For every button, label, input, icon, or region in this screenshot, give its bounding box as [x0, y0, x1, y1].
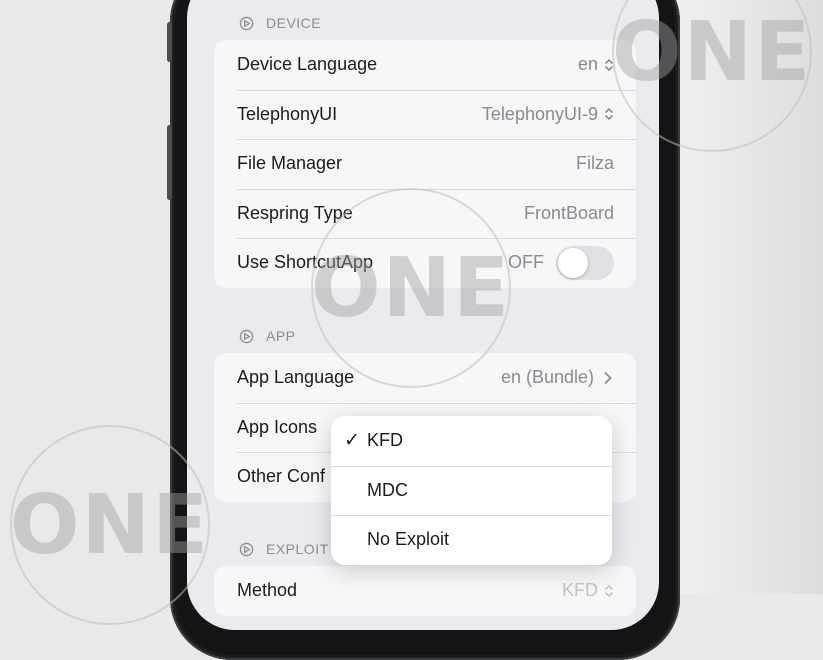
gear-icon: [239, 542, 254, 556]
watermark-logo: ONE: [10, 425, 210, 625]
menu-item-kfd[interactable]: ✓ KFD: [331, 416, 612, 466]
row-device-language[interactable]: Device Language en: [214, 40, 636, 90]
section-header-exploit: EXPLOIT: [239, 541, 329, 557]
exploit-method-menu: ✓ KFD MDC No Exploit: [331, 416, 612, 565]
method-value: KFD: [562, 580, 598, 601]
chevron-up-down-icon: [604, 584, 614, 598]
checkmark-icon: ✓: [344, 430, 360, 452]
menu-item-mdc[interactable]: MDC: [331, 465, 612, 516]
row-value[interactable]: TelephonyUI-9: [482, 104, 614, 125]
phone-volume-button: [167, 125, 172, 200]
watermark-text: ONE: [310, 240, 512, 336]
row-file-manager[interactable]: File Manager Filza: [214, 139, 636, 189]
section-header-app: APP: [239, 328, 296, 344]
chevron-right-icon: [604, 371, 612, 384]
row-value: en (Bundle): [501, 367, 614, 388]
row-value[interactable]: en: [578, 54, 614, 75]
chevron-up-down-icon: [604, 107, 614, 121]
section-header-label: APP: [266, 328, 296, 344]
row-label: Other Conf: [237, 466, 326, 487]
toggle-state-label: OFF: [508, 252, 544, 273]
row-label: TelephonyUI: [237, 103, 338, 124]
row-label: App Language: [237, 367, 355, 388]
toggle-knob: [558, 247, 588, 278]
watermark-logo: ONE: [311, 188, 511, 388]
watermark-text: ONE: [9, 477, 211, 573]
gear-icon: [239, 329, 254, 343]
menu-item-label: No Exploit: [367, 529, 450, 550]
watermark-text: ONE: [611, 4, 813, 100]
section-header-label: EXPLOIT: [266, 541, 329, 557]
device-language-value: en: [577, 54, 598, 75]
section-header-label: DEVICE: [266, 15, 322, 31]
row-label: File Manager: [237, 153, 343, 174]
shortcutapp-toggle[interactable]: [556, 245, 614, 280]
row-value: FrontBoard: [523, 202, 614, 223]
menu-item-no-exploit[interactable]: No Exploit: [331, 515, 612, 565]
exploit-settings-group: Method KFD: [214, 566, 636, 616]
telephonyui-value: TelephonyUI-9: [481, 103, 598, 124]
row-label: App Icons: [237, 416, 318, 437]
menu-item-label: MDC: [367, 479, 408, 500]
row-label: Device Language: [237, 54, 378, 75]
phone-side-button: [167, 22, 172, 62]
row-method[interactable]: Method KFD: [214, 566, 636, 616]
menu-item-label: KFD: [367, 430, 403, 451]
section-header-device: DEVICE: [239, 15, 321, 31]
gear-icon: [239, 16, 254, 30]
app-language-value: en (Bundle): [500, 367, 594, 388]
row-label: Method: [237, 580, 298, 601]
row-telephonyui[interactable]: TelephonyUI TelephonyUI-9: [214, 89, 636, 140]
row-value: OFF: [508, 245, 614, 280]
row-value: Filza: [575, 153, 614, 174]
row-value[interactable]: KFD: [562, 580, 614, 601]
